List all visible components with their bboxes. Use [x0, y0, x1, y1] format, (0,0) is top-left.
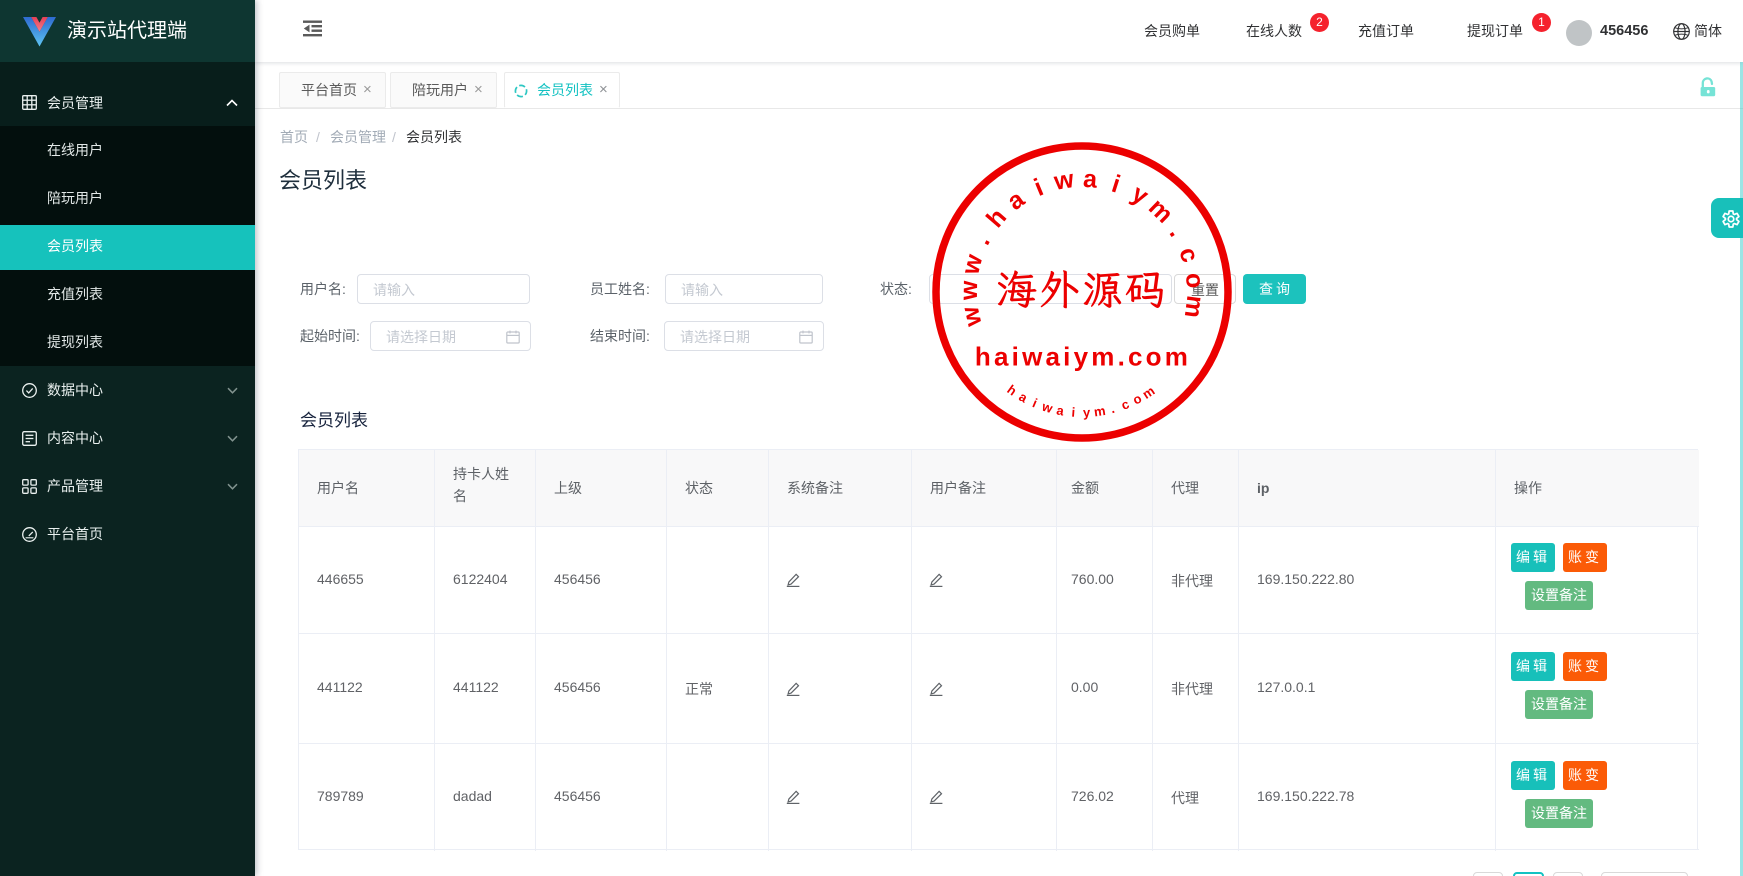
- svg-text:o: o: [1180, 271, 1209, 289]
- svg-text:a: a: [1016, 389, 1030, 406]
- svg-text:haiwaiym.com: haiwaiym.com: [975, 342, 1191, 372]
- svg-text:w: w: [956, 251, 988, 278]
- svg-text:h: h: [981, 203, 1012, 233]
- svg-text:c: c: [1119, 396, 1131, 413]
- svg-text:w: w: [955, 280, 983, 301]
- svg-text:h: h: [1004, 382, 1019, 399]
- svg-text:y: y: [1083, 405, 1092, 420]
- svg-text:m: m: [1143, 193, 1178, 229]
- svg-text:i: i: [1030, 173, 1047, 202]
- svg-text:i: i: [1071, 405, 1076, 420]
- svg-text:i: i: [1030, 395, 1039, 410]
- svg-text:海外源码: 海外源码: [996, 262, 1168, 316]
- svg-text:m: m: [1093, 403, 1107, 420]
- svg-text:m: m: [1140, 383, 1158, 402]
- svg-text:a: a: [1082, 165, 1099, 194]
- svg-text:.: .: [968, 230, 996, 249]
- svg-text:i: i: [1108, 170, 1123, 199]
- svg-text:w: w: [1051, 165, 1076, 196]
- svg-text:w: w: [1039, 398, 1055, 416]
- svg-text:.: .: [1109, 401, 1116, 416]
- svg-text:w: w: [956, 303, 988, 330]
- svg-text:a: a: [1002, 184, 1031, 215]
- svg-text:m: m: [1179, 294, 1210, 320]
- svg-text:.: .: [1164, 221, 1191, 242]
- svg-text:a: a: [1055, 402, 1066, 418]
- svg-text:c: c: [1173, 244, 1204, 266]
